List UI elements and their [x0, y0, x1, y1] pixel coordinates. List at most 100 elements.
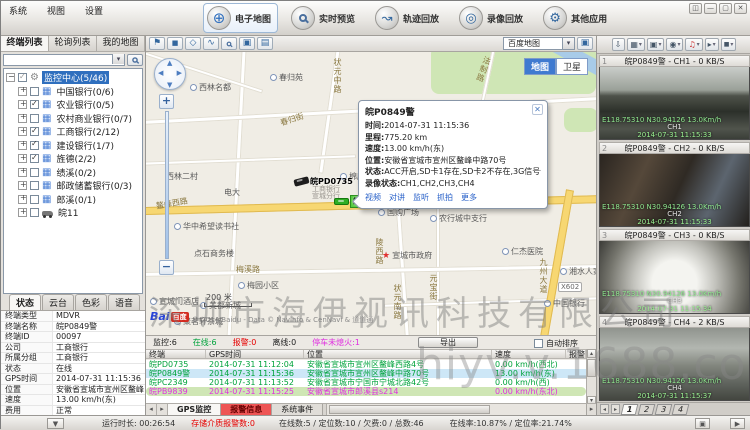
status-grid-button[interactable]: [695, 418, 710, 429]
stop-button[interactable]: [167, 37, 183, 50]
tab-scroll-right-icon[interactable]: ▸: [157, 404, 168, 415]
col-location[interactable]: 位置: [304, 350, 492, 358]
status-expand-button[interactable]: [730, 418, 745, 429]
polygon-button[interactable]: [185, 37, 201, 50]
minimize-button[interactable]: —: [704, 3, 717, 14]
video-page-3[interactable]: 3: [655, 404, 673, 415]
table-vertical-scrollbar[interactable]: ▴ ▾: [586, 349, 596, 405]
stop-button[interactable]: [721, 38, 737, 51]
tab-gps-monitor[interactable]: GPS监控: [168, 404, 221, 415]
expand-icon[interactable]: [18, 114, 27, 123]
tab-system-events[interactable]: 系统事件: [272, 404, 323, 415]
video-frame-ch4[interactable]: E118.75310 N30.94126 13.0Km/h CH4 2014-0…: [599, 328, 750, 401]
vehicle-marker-p0849[interactable]: 皖P0849警: [334, 198, 349, 205]
expand-icon[interactable]: [18, 181, 27, 190]
expand-icon[interactable]: [18, 168, 27, 177]
checkbox[interactable]: [30, 195, 39, 204]
video-channel-3[interactable]: 3皖P0849警 - CH3 - 0 KB/S E118.75310 N30.9…: [599, 229, 750, 314]
more-link[interactable]: 更多: [461, 192, 477, 203]
tree-node-vehicle[interactable]: 皖11: [4, 206, 142, 220]
expand-icon[interactable]: [18, 127, 27, 136]
table-horizontal-scrollbar[interactable]: ▸: [326, 404, 596, 415]
tab-my-map[interactable]: 我的地图: [97, 36, 145, 51]
video-page-4[interactable]: 4: [672, 404, 690, 415]
menu-system[interactable]: 系统: [9, 4, 27, 17]
col-alarm[interactable]: 报警: [566, 350, 586, 358]
video-page-1[interactable]: 1: [621, 404, 639, 415]
pan-right-icon[interactable]: ▶: [177, 69, 182, 77]
tree-node-monitor-center[interactable]: 监控中心(5/46): [4, 71, 142, 85]
video-frame-ch3[interactable]: E118.75310 N30.94126 13.0Km/h CH3 2014-0…: [599, 241, 750, 314]
zoom-tool-button[interactable]: [221, 37, 237, 50]
nav-live-preview-button[interactable]: 实时预览: [287, 3, 362, 33]
zoom-slider[interactable]: [165, 111, 169, 259]
snapshot-button[interactable]: [666, 38, 683, 51]
map-config-button[interactable]: [577, 37, 593, 50]
layout-grid-button[interactable]: [627, 38, 645, 51]
video-frame-ch1[interactable]: E118.75310 N30.94126 13.0Km/h CH1 2014-0…: [599, 67, 750, 140]
checkbox[interactable]: [30, 87, 39, 96]
auto-sort-checkbox[interactable]: [534, 339, 543, 348]
table-row[interactable]: 皖PC23492014-07-31 11:13:52安徽省宣城市宁国市宁城北路4…: [146, 378, 586, 387]
tree-node-group[interactable]: 旌德(2/2): [4, 152, 142, 166]
video-page-2[interactable]: 2: [638, 404, 656, 415]
nav-other-apps-button[interactable]: 其他应用: [539, 3, 614, 33]
tab-voice[interactable]: 语音: [108, 294, 140, 310]
mark-point-button[interactable]: [149, 37, 165, 50]
expand-icon[interactable]: [18, 141, 27, 150]
pan-left-icon[interactable]: ◀: [158, 69, 163, 77]
checkbox[interactable]: [30, 154, 39, 163]
close-icon[interactable]: [532, 104, 543, 115]
col-terminal[interactable]: 终端: [146, 350, 206, 358]
tab-terminal-list[interactable]: 终端列表: [1, 36, 49, 51]
tree-node-bank[interactable]: 农村商业银行(0/7): [4, 112, 142, 126]
zoom-in-button[interactable]: +: [159, 94, 174, 109]
page-next-icon[interactable]: ▸: [611, 404, 620, 414]
collapse-icon[interactable]: [6, 73, 15, 82]
menu-view[interactable]: 视图: [47, 4, 65, 17]
tab-polling-list[interactable]: 轮询列表: [49, 36, 97, 51]
vehicle-marker-pd0735[interactable]: 皖PD0735 工商银行宣城分行: [294, 178, 309, 185]
map-type-map-button[interactable]: 地图: [524, 58, 556, 75]
expand-icon[interactable]: [18, 195, 27, 204]
video-channel-1[interactable]: 1皖P0849警 - CH1 - 0 KB/S E118.75310 N30.9…: [599, 55, 750, 140]
video-frame-ch2[interactable]: E118.75310 N30.94126 13.0Km/h CH2 2014-0…: [599, 154, 750, 227]
tree-node-bank[interactable]: 邮政储蓄银行(0/3): [4, 179, 142, 193]
scroll-up-icon[interactable]: ▴: [587, 349, 596, 358]
tab-ptz[interactable]: 云台: [42, 294, 74, 310]
video-channel-2[interactable]: 2皖P0849警 - CH2 - 0 KB/S E118.75310 N30.9…: [599, 142, 750, 227]
download-button[interactable]: [612, 38, 626, 51]
checkbox[interactable]: [30, 208, 39, 217]
collapse-dropdown-button[interactable]: [47, 418, 64, 429]
pan-compass-control[interactable]: ▲ ▼ ◀ ▶: [154, 58, 186, 90]
maximize-button[interactable]: ▢: [719, 3, 732, 14]
search-button[interactable]: [127, 54, 143, 66]
checkbox[interactable]: [30, 127, 39, 136]
checkbox[interactable]: [18, 73, 27, 82]
checkbox[interactable]: [30, 181, 39, 190]
audio-button[interactable]: [685, 38, 702, 51]
scroll-thumb[interactable]: [587, 359, 596, 377]
nav-video-playback-button[interactable]: 录像回放: [455, 3, 530, 33]
col-gps-time[interactable]: GPS时间: [206, 350, 304, 358]
tab-alarm-info[interactable]: 报警信息: [221, 404, 272, 415]
expand-icon[interactable]: [18, 87, 27, 96]
scroll-thumb[interactable]: [329, 405, 490, 414]
tab-scroll-left-icon[interactable]: ◂: [146, 404, 157, 415]
pan-down-icon[interactable]: ▼: [167, 81, 172, 89]
tree-node-bank[interactable]: 中国银行(0/6): [4, 85, 142, 99]
tree-node-bank[interactable]: 农业银行(0/5): [4, 98, 142, 112]
tree-node-group[interactable]: 绩溪(0/2): [4, 166, 142, 180]
save-view-button[interactable]: [257, 37, 273, 50]
tree-node-bank[interactable]: 工商银行(2/12): [4, 125, 142, 139]
listen-link[interactable]: 监听: [413, 192, 429, 203]
pan-up-icon[interactable]: ▲: [167, 59, 172, 67]
map-provider-select[interactable]: 百度地图: [503, 37, 575, 50]
table-row-parked-alarm[interactable]: 皖PB98392014-07-31 11:15:25安徽省宣城市郎溪县s2140…: [146, 387, 586, 396]
tab-status[interactable]: 状态: [9, 294, 41, 310]
menu-settings[interactable]: 设置: [85, 4, 103, 17]
snapshot-link[interactable]: 抓拍: [437, 192, 453, 203]
fullscreen-button[interactable]: [239, 37, 255, 50]
checkbox[interactable]: [30, 168, 39, 177]
play-button[interactable]: [705, 38, 719, 51]
